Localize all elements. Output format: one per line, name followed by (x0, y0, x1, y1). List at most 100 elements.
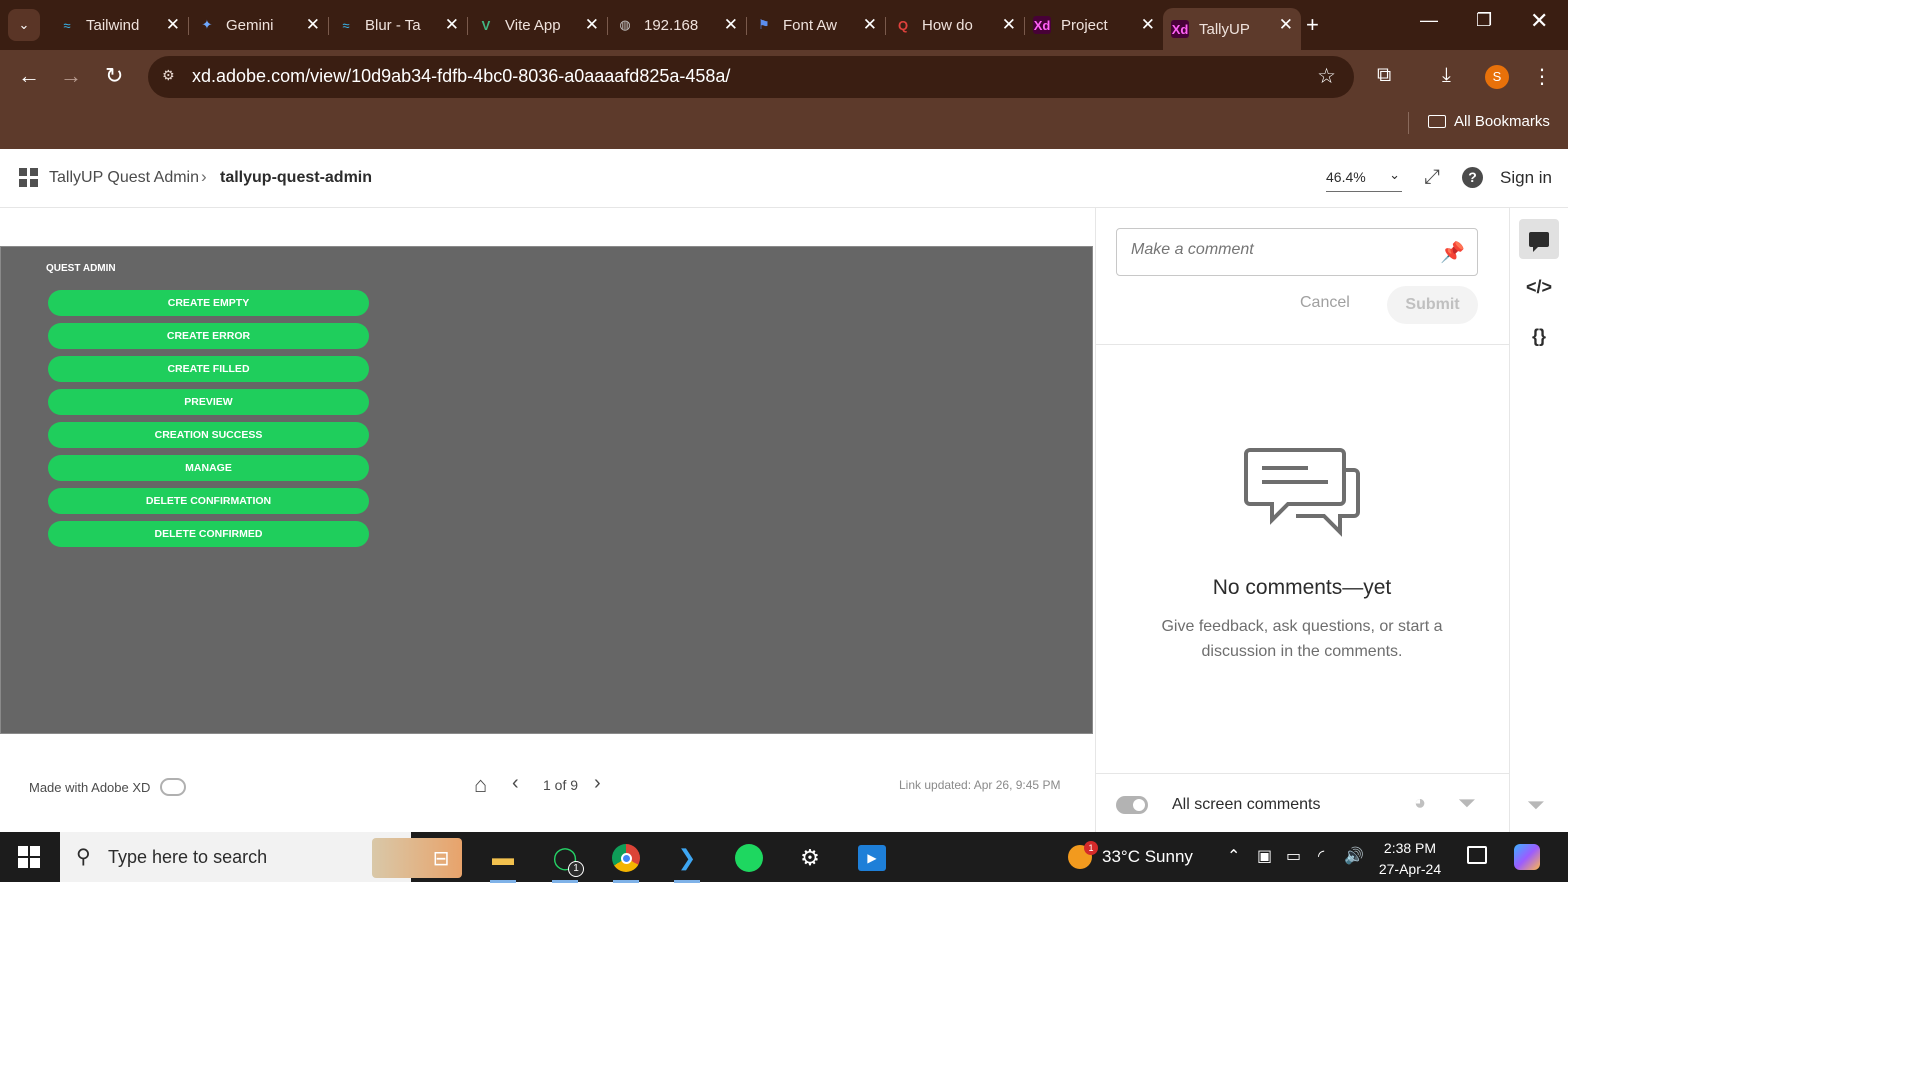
delete-confirmation-button[interactable]: DELETE CONFIRMATION (48, 488, 369, 514)
bookmark-star-icon[interactable]: ☆ (1317, 64, 1336, 89)
manage-button[interactable]: MANAGE (48, 455, 369, 481)
tab-title: Tailwind (86, 16, 140, 34)
creation-success-button[interactable]: CREATION SUCCESS (48, 422, 369, 448)
browser-tab-blur[interactable]: ≈ Blur - Ta ✕ (329, 8, 468, 42)
zoom-select[interactable]: 46.4% ⌄ (1326, 167, 1402, 192)
all-bookmarks-button[interactable]: All Bookmarks (1428, 113, 1550, 130)
battery-icon[interactable]: ▭ (1286, 846, 1301, 866)
browser-tab-project[interactable]: Xd Project ✕ (1025, 8, 1163, 42)
close-tab-icon[interactable]: ✕ (1141, 15, 1155, 35)
tab-title: How do (922, 16, 973, 34)
browser-toolbar: ← → ↻ ⚙ xd.adobe.com/view/10d9ab34-fdfb-… (0, 50, 1568, 104)
tab-title: Font Aw (783, 16, 837, 34)
windows-start-icon[interactable] (18, 846, 40, 868)
browser-tab-quora[interactable]: Q How do ✕ (886, 8, 1025, 42)
cancel-button[interactable]: Cancel (1300, 294, 1350, 312)
comment-input[interactable] (1131, 241, 1421, 259)
task-view-icon[interactable]: ⊟ (424, 841, 458, 875)
comment-box[interactable]: 📌 (1116, 228, 1478, 276)
preview-button[interactable]: PREVIEW (48, 389, 369, 415)
all-screen-comments-toggle[interactable] (1116, 796, 1148, 814)
minimize-icon[interactable]: — (1420, 10, 1438, 31)
browser-tab-vite[interactable]: V Vite App ✕ (469, 8, 608, 42)
create-filled-button[interactable]: CREATE FILLED (48, 356, 369, 382)
whatsapp-icon[interactable]: ◯ 1 (548, 841, 584, 883)
close-tab-icon[interactable]: ✕ (306, 15, 320, 35)
fullscreen-icon[interactable]: ⤢ (1424, 166, 1440, 189)
volume-icon[interactable]: 🔊 (1344, 846, 1364, 866)
close-tab-icon[interactable]: ✕ (863, 15, 877, 35)
browser-tab-tailwind[interactable]: ≈ Tailwind ✕ (50, 8, 189, 42)
close-tab-icon[interactable]: ✕ (724, 15, 738, 35)
browser-tab-tallyup[interactable]: Xd TallyUP ✕ (1163, 8, 1301, 50)
comments-tab[interactable] (1519, 219, 1559, 259)
media-player-icon[interactable]: ▶ (855, 841, 889, 875)
browser-tab-gemini[interactable]: ✦ Gemini ✕ (190, 8, 329, 42)
extensions-icon[interactable]: ⧉ (1377, 64, 1391, 87)
chevron-left-icon[interactable]: ‹ (512, 772, 519, 795)
new-tab-icon[interactable]: + (1306, 12, 1319, 38)
tab-title: 192.168 (644, 16, 699, 34)
comments-footer: All screen comments ◕ ⏷ (1096, 773, 1510, 832)
weather-text: 33°C Sunny (1102, 847, 1193, 866)
pin-icon[interactable]: 📌 (1440, 240, 1465, 265)
close-tab-icon[interactable]: ✕ (1279, 15, 1293, 35)
site-info-icon[interactable]: ⚙ (162, 67, 175, 84)
tab-title: Vite App (505, 16, 561, 34)
clock-time: 2:38 PM (1383, 840, 1437, 856)
vscode-icon[interactable]: ❯ (670, 841, 704, 883)
all-screen-comments-label: All screen comments (1172, 796, 1321, 813)
submit-button[interactable]: Submit (1387, 286, 1478, 324)
search-icon: ⚲ (76, 846, 91, 868)
page-indicator: 1 of 9 (543, 777, 579, 793)
download-icon[interactable]: ⤓ (1442, 64, 1451, 87)
settings-icon[interactable]: ⚙ (793, 841, 827, 875)
breadcrumb-project[interactable]: TallyUP Quest Admin (49, 169, 199, 187)
sign-in-link[interactable]: Sign in (1500, 168, 1552, 188)
hide-comments-icon[interactable]: ◕ (1414, 792, 1426, 815)
restore-icon[interactable]: ❐ (1476, 10, 1492, 31)
chevron-right-icon[interactable]: › (594, 772, 601, 795)
create-error-button[interactable]: CREATE ERROR (48, 323, 369, 349)
weather-widget[interactable]: 1 33°C Sunny (1068, 841, 1193, 869)
file-explorer-icon[interactable]: ▬ (486, 841, 520, 883)
more-menu-icon[interactable]: ⋮ (1532, 64, 1552, 89)
forward-icon[interactable]: → (60, 63, 82, 89)
browser-tab-strip: ⌄ ≈ Tailwind ✕ ✦ Gemini ✕ ≈ Blur - Ta ✕ … (0, 0, 1568, 50)
home-icon[interactable]: ⌂ (474, 772, 487, 798)
filter-icon[interactable]: ⏷ (1527, 792, 1545, 818)
wifi-icon[interactable]: ◜ (1318, 846, 1324, 866)
taskbar-search[interactable]: ⚲ Type here to search (60, 832, 462, 882)
system-clock[interactable]: 2:38 PM 27-Apr-24 (1372, 838, 1448, 880)
creative-cloud-icon (160, 778, 187, 796)
app-grid-icon[interactable] (19, 168, 38, 187)
chevron-up-icon[interactable]: ⌃ (1227, 846, 1240, 866)
create-empty-button[interactable]: CREATE EMPTY (48, 290, 369, 316)
address-bar[interactable]: ⚙ xd.adobe.com/view/10d9ab34-fdfb-4bc0-8… (148, 56, 1354, 98)
made-with-xd[interactable]: Made with Adobe XD (29, 778, 187, 796)
curly-braces-icon[interactable]: {} (1519, 316, 1559, 356)
profile-avatar[interactable]: S (1485, 65, 1509, 89)
copilot-icon[interactable] (1514, 844, 1540, 870)
chrome-icon[interactable] (609, 841, 643, 883)
chevron-right-icon: › (201, 167, 207, 186)
close-tab-icon[interactable]: ✕ (166, 15, 180, 35)
reload-icon[interactable]: ↻ (105, 63, 123, 89)
spotify-icon[interactable] (732, 841, 766, 875)
tab-search-button[interactable]: ⌄ (8, 9, 40, 41)
close-tab-icon[interactable]: ✕ (445, 15, 459, 35)
code-icon[interactable]: </> (1519, 267, 1559, 307)
close-window-icon[interactable]: ✕ (1530, 8, 1548, 34)
delete-confirmed-button[interactable]: DELETE CONFIRMED (48, 521, 369, 547)
close-tab-icon[interactable]: ✕ (585, 15, 599, 35)
all-bookmarks-label: All Bookmarks (1454, 113, 1550, 130)
browser-tab-fontawesome[interactable]: ⚑ Font Aw ✕ (747, 8, 886, 42)
meet-now-icon[interactable]: ▣ (1257, 846, 1272, 866)
notification-icon[interactable] (1467, 846, 1487, 864)
filter-icon[interactable]: ⏷ (1458, 790, 1476, 816)
back-icon[interactable]: ← (18, 63, 40, 89)
browser-tab-ip[interactable]: ◍ 192.168 ✕ (608, 8, 747, 42)
empty-state-title: No comments—yet (1212, 576, 1392, 599)
help-icon[interactable]: ? (1462, 167, 1483, 188)
close-tab-icon[interactable]: ✕ (1002, 15, 1016, 35)
